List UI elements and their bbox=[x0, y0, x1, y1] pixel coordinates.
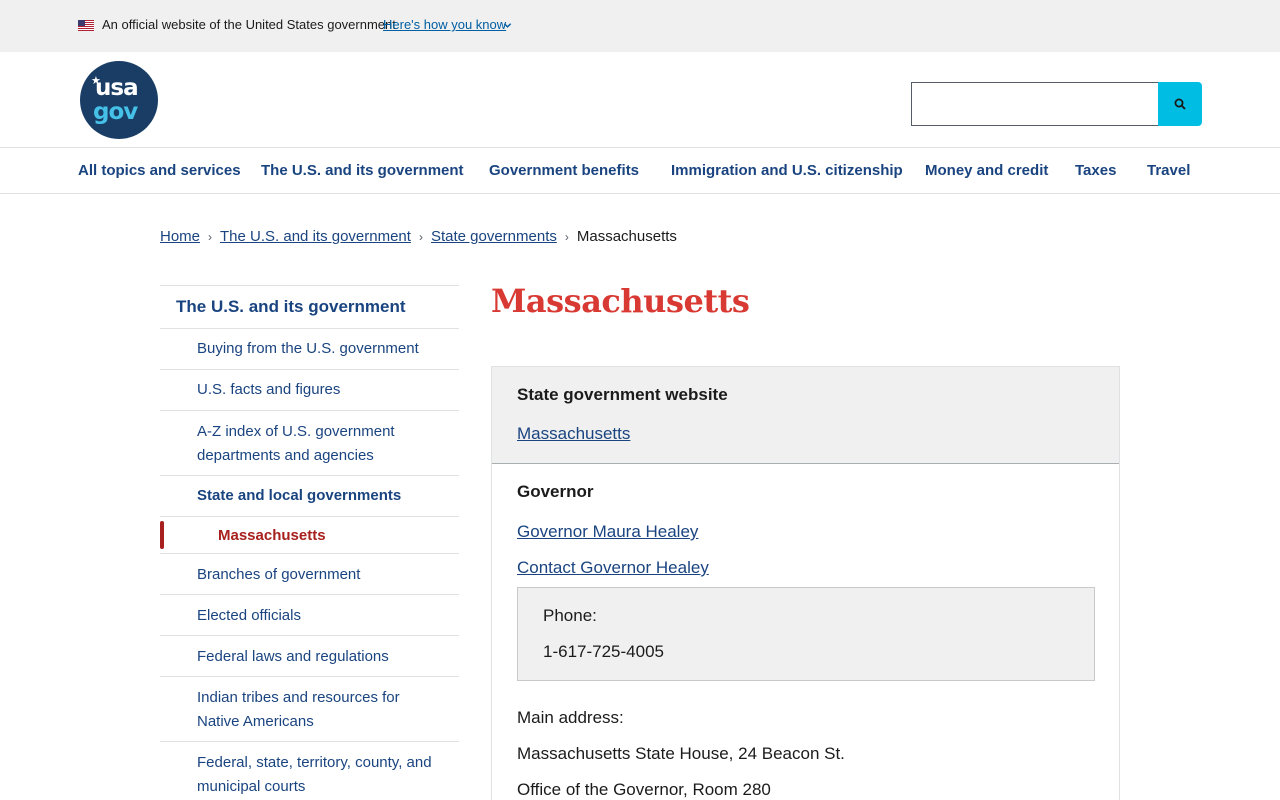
breadcrumb-current: Massachusetts bbox=[576, 228, 677, 245]
sidenav-item-label: Buying from the U.S. government bbox=[197, 340, 419, 357]
state-website-link[interactable]: Massachusetts bbox=[517, 424, 630, 444]
website-label: State government website bbox=[517, 385, 728, 404]
chevron-right-icon: › bbox=[208, 230, 213, 244]
sidenav-item-label: Massachusetts bbox=[218, 527, 326, 544]
chevron-right-icon: › bbox=[564, 230, 569, 244]
sidenav-item-buying[interactable]: Buying from the U.S. government bbox=[160, 328, 459, 369]
sidenav-item-label: Indian tribes and resources for Native A… bbox=[197, 689, 400, 730]
usagov-logo[interactable]: ★ usa gov bbox=[80, 61, 158, 139]
sidenav-item-courts[interactable]: Federal, state, territory, county, and m… bbox=[160, 741, 459, 800]
breadcrumb-home[interactable]: Home bbox=[160, 228, 200, 245]
sidenav-item-branches[interactable]: Branches of government bbox=[160, 553, 459, 594]
nav-all-topics[interactable]: All topics and services bbox=[78, 162, 241, 179]
main-navigation: All topics and services The U.S. and its… bbox=[0, 148, 1280, 194]
nav-government-benefits[interactable]: Government benefits bbox=[489, 162, 639, 179]
sidenav-item-label: The U.S. and its government bbox=[176, 297, 406, 316]
phone-box: Phone: 1-617-725-4005 bbox=[517, 587, 1095, 681]
logo-text-usa: usa bbox=[95, 75, 139, 101]
sidenav-item-az-index[interactable]: A-Z index of U.S. government departments… bbox=[160, 410, 459, 475]
sidenav-item-laws[interactable]: Federal laws and regulations bbox=[160, 635, 459, 676]
website-section: State government website Massachusetts bbox=[492, 367, 1119, 464]
sidenav-item-label: Branches of government bbox=[197, 566, 361, 583]
page-title: Massachusetts bbox=[491, 282, 750, 320]
logo-text-gov: gov bbox=[93, 99, 138, 125]
us-flag-icon bbox=[78, 20, 94, 31]
sidenav-item-state-local[interactable]: State and local governments bbox=[160, 475, 459, 516]
phone-label: Phone: bbox=[543, 606, 597, 625]
breadcrumb-state-governments[interactable]: State governments bbox=[431, 228, 557, 245]
state-info-card: State government website Massachusetts G… bbox=[491, 366, 1120, 800]
breadcrumb-us-government[interactable]: The U.S. and its government bbox=[220, 228, 411, 245]
search-button[interactable] bbox=[1158, 82, 1202, 126]
how-you-know-link[interactable]: Here's how you know bbox=[383, 17, 506, 32]
contact-governor-link[interactable]: Contact Governor Healey bbox=[517, 558, 709, 578]
sidenav-item-massachusetts[interactable]: Massachusetts bbox=[160, 516, 459, 553]
nav-money-credit[interactable]: Money and credit bbox=[925, 162, 1048, 179]
site-header: ★ usa gov bbox=[0, 52, 1280, 148]
official-website-text: An official website of the United States… bbox=[102, 17, 396, 32]
nav-immigration[interactable]: Immigration and U.S. citizenship bbox=[671, 162, 903, 179]
sidenav-item-elected[interactable]: Elected officials bbox=[160, 594, 459, 635]
chevron-down-icon[interactable] bbox=[503, 21, 512, 30]
sidenav-item-label: U.S. facts and figures bbox=[197, 381, 341, 398]
sidenav-item-facts[interactable]: U.S. facts and figures bbox=[160, 369, 459, 410]
sidenav-item-label: Elected officials bbox=[197, 607, 301, 624]
governor-label: Governor bbox=[517, 482, 594, 501]
governor-link[interactable]: Governor Maura Healey bbox=[517, 522, 698, 542]
sidenav-item-label: A-Z index of U.S. government departments… bbox=[197, 423, 395, 464]
breadcrumb: Home › The U.S. and its government › State g… bbox=[160, 228, 677, 245]
sidenav-item-label: Federal laws and regulations bbox=[197, 648, 389, 665]
search-icon bbox=[1174, 98, 1186, 110]
sidenav-item-label: State and local governments bbox=[197, 487, 402, 504]
sidenav-top-us-government[interactable]: The U.S. and its government bbox=[160, 285, 459, 328]
search-input[interactable] bbox=[911, 82, 1159, 126]
current-indicator bbox=[160, 521, 164, 549]
phone-number: 1-617-725-4005 bbox=[543, 642, 664, 661]
address-line-1: Massachusetts State House, 24 Beacon St. bbox=[517, 744, 845, 763]
gov-banner: An official website of the United States… bbox=[0, 0, 1280, 52]
address-line-2: Office of the Governor, Room 280 bbox=[517, 780, 771, 799]
nav-taxes[interactable]: Taxes bbox=[1075, 162, 1116, 179]
nav-us-government[interactable]: The U.S. and its government bbox=[261, 162, 464, 179]
chevron-right-icon: › bbox=[418, 230, 423, 244]
nav-travel[interactable]: Travel bbox=[1147, 162, 1190, 179]
address-label: Main address: bbox=[517, 708, 624, 727]
sidenav-item-tribes[interactable]: Indian tribes and resources for Native A… bbox=[160, 676, 459, 741]
sidenav-item-label: Federal, state, territory, county, and m… bbox=[197, 754, 432, 795]
